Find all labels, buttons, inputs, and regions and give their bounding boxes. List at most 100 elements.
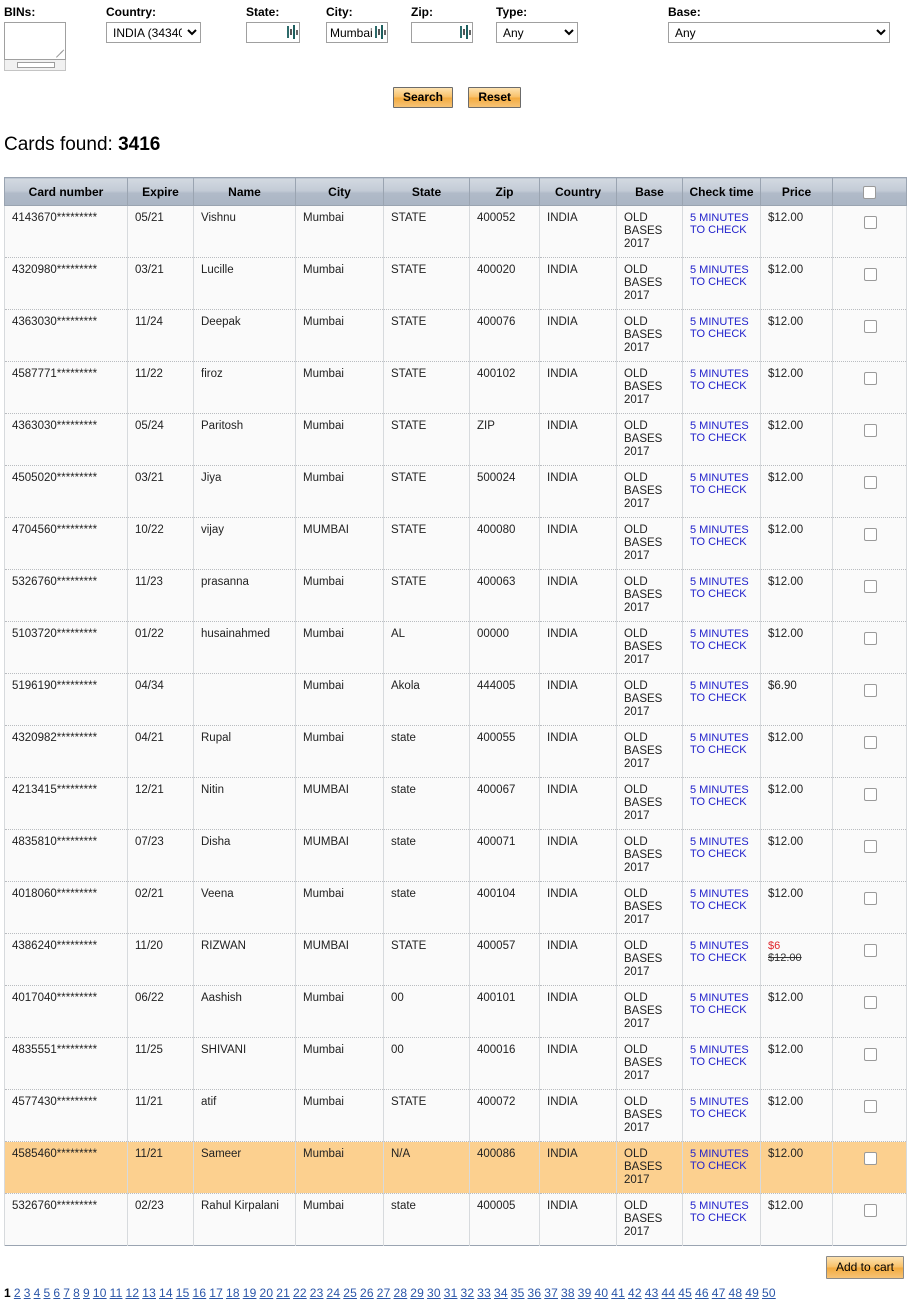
page-link-33[interactable]: 33 xyxy=(477,1286,491,1300)
scrollbar-thumb[interactable] xyxy=(17,62,55,68)
page-link-24[interactable]: 24 xyxy=(326,1286,340,1300)
page-link-40[interactable]: 40 xyxy=(594,1286,608,1300)
row-checkbox[interactable] xyxy=(863,840,877,853)
column-header-country[interactable]: Country xyxy=(539,177,617,206)
table-row[interactable]: 5196190********* 04/34 Mumbai Akola 444005 IN… xyxy=(4,673,907,726)
table-row[interactable]: 4018060********* 02/21 Veena Mumbai state 400… xyxy=(4,881,907,934)
row-checkbox[interactable] xyxy=(863,996,877,1009)
row-checkbox[interactable] xyxy=(863,320,877,333)
check-time-link[interactable]: 5 MINUTES TO CHECK xyxy=(690,1148,754,1172)
row-checkbox[interactable] xyxy=(863,1048,877,1061)
page-link-9[interactable]: 9 xyxy=(83,1286,90,1300)
page-link-23[interactable]: 23 xyxy=(310,1286,324,1300)
check-time-link[interactable]: 5 MINUTES TO CHECK xyxy=(690,940,754,964)
row-checkbox[interactable] xyxy=(863,1152,877,1165)
page-link-26[interactable]: 26 xyxy=(360,1286,374,1300)
page-link-14[interactable]: 14 xyxy=(159,1286,173,1300)
page-link-32[interactable]: 32 xyxy=(460,1286,474,1300)
row-checkbox[interactable] xyxy=(863,424,877,437)
page-link-28[interactable]: 28 xyxy=(393,1286,407,1300)
page-link-17[interactable]: 17 xyxy=(209,1286,223,1300)
page-link-21[interactable]: 21 xyxy=(276,1286,290,1300)
base-select[interactable]: Any xyxy=(668,22,890,43)
page-link-11[interactable]: 11 xyxy=(110,1286,123,1300)
row-checkbox[interactable] xyxy=(863,892,877,905)
row-checkbox[interactable] xyxy=(863,216,877,229)
column-header-expire[interactable]: Expire xyxy=(127,177,194,206)
page-link-2[interactable]: 2 xyxy=(14,1286,21,1300)
table-row[interactable]: 4835810********* 07/23 Disha MUMBAI state 400… xyxy=(4,829,907,882)
table-row[interactable]: 4320980********* 03/21 Lucille Mumbai STATE 4… xyxy=(4,257,907,310)
row-checkbox[interactable] xyxy=(863,736,877,749)
row-checkbox[interactable] xyxy=(863,944,877,957)
table-row[interactable]: 4835551********* 11/25 SHIVANI Mumbai 00 4000… xyxy=(4,1037,907,1090)
type-select[interactable]: Any xyxy=(496,22,578,43)
page-link-27[interactable]: 27 xyxy=(377,1286,391,1300)
table-row[interactable]: 4704560********* 10/22 vijay MUMBAI STATE 400… xyxy=(4,517,907,570)
check-time-link[interactable]: 5 MINUTES TO CHECK xyxy=(690,420,754,444)
bins-horizontal-scrollbar[interactable] xyxy=(4,60,66,71)
page-link-7[interactable]: 7 xyxy=(63,1286,70,1300)
column-header-price[interactable]: Price xyxy=(760,177,833,206)
bins-input[interactable] xyxy=(4,22,66,60)
page-link-45[interactable]: 45 xyxy=(678,1286,692,1300)
check-time-link[interactable]: 5 MINUTES TO CHECK xyxy=(690,628,754,652)
page-link-15[interactable]: 15 xyxy=(176,1286,190,1300)
column-header-name[interactable]: Name xyxy=(193,177,296,206)
table-row[interactable]: 4143670********* 05/21 Vishnu Mumbai STATE 40… xyxy=(4,205,907,258)
page-link-10[interactable]: 10 xyxy=(93,1286,107,1300)
check-time-link[interactable]: 5 MINUTES TO CHECK xyxy=(690,576,754,600)
page-link-25[interactable]: 25 xyxy=(343,1286,357,1300)
check-time-link[interactable]: 5 MINUTES TO CHECK xyxy=(690,1200,754,1224)
page-link-22[interactable]: 22 xyxy=(293,1286,307,1300)
page-link-50[interactable]: 50 xyxy=(762,1286,776,1300)
select-all-checkbox[interactable] xyxy=(863,185,876,199)
table-row[interactable]: 4363030********* 05/24 Paritosh Mumbai STATE… xyxy=(4,413,907,466)
check-time-link[interactable]: 5 MINUTES TO CHECK xyxy=(690,680,754,704)
table-row[interactable]: 4017040********* 06/22 Aashish Mumbai 00 4001… xyxy=(4,985,907,1038)
table-row[interactable]: 5326760********* 02/23 Rahul Kirpalani Mumb… xyxy=(4,1193,907,1246)
page-link-43[interactable]: 43 xyxy=(645,1286,659,1300)
page-link-34[interactable]: 34 xyxy=(494,1286,508,1300)
add-to-cart-button[interactable]: Add to cart xyxy=(825,1256,904,1279)
check-time-link[interactable]: 5 MINUTES TO CHECK xyxy=(690,1096,754,1120)
page-link-49[interactable]: 49 xyxy=(745,1286,759,1300)
search-button[interactable]: Search xyxy=(392,87,453,108)
table-row[interactable]: 4585460********* 11/21 Sameer Mumbai N/A 4000… xyxy=(4,1141,907,1194)
row-checkbox[interactable] xyxy=(863,580,877,593)
column-header-base[interactable]: Base xyxy=(616,177,683,206)
check-time-link[interactable]: 5 MINUTES TO CHECK xyxy=(690,212,754,236)
page-link-35[interactable]: 35 xyxy=(511,1286,525,1300)
reset-button[interactable]: Reset xyxy=(468,87,522,108)
page-link-39[interactable]: 39 xyxy=(578,1286,592,1300)
table-row[interactable]: 4363030********* 11/24 Deepak Mumbai STATE 40… xyxy=(4,309,907,362)
page-link-48[interactable]: 48 xyxy=(728,1286,742,1300)
page-link-13[interactable]: 13 xyxy=(142,1286,156,1300)
page-link-38[interactable]: 38 xyxy=(561,1286,575,1300)
page-link-41[interactable]: 41 xyxy=(611,1286,625,1300)
page-link-4[interactable]: 4 xyxy=(34,1286,41,1300)
page-link-36[interactable]: 36 xyxy=(527,1286,541,1300)
page-link-46[interactable]: 46 xyxy=(695,1286,709,1300)
check-time-link[interactable]: 5 MINUTES TO CHECK xyxy=(690,368,754,392)
page-link-37[interactable]: 37 xyxy=(544,1286,558,1300)
table-row[interactable]: 4587771********* 11/22 firoz Mumbai STATE 400… xyxy=(4,361,907,414)
page-link-30[interactable]: 30 xyxy=(427,1286,441,1300)
row-checkbox[interactable] xyxy=(863,1100,877,1113)
page-link-8[interactable]: 8 xyxy=(73,1286,80,1300)
page-link-42[interactable]: 42 xyxy=(628,1286,642,1300)
table-row[interactable]: 5326760********* 11/23 prasanna Mumbai STATE… xyxy=(4,569,907,622)
page-link-5[interactable]: 5 xyxy=(44,1286,51,1300)
check-time-link[interactable]: 5 MINUTES TO CHECK xyxy=(690,732,754,756)
check-time-link[interactable]: 5 MINUTES TO CHECK xyxy=(690,836,754,860)
check-time-link[interactable]: 5 MINUTES TO CHECK xyxy=(690,264,754,288)
page-link-47[interactable]: 47 xyxy=(712,1286,726,1300)
page-link-19[interactable]: 19 xyxy=(243,1286,257,1300)
page-link-6[interactable]: 6 xyxy=(53,1286,60,1300)
table-row[interactable]: 4213415********* 12/21 Nitin MUMBAI state 400… xyxy=(4,777,907,830)
table-row[interactable]: 5103720********* 01/22 husainahmed Mumbai AL… xyxy=(4,621,907,674)
check-time-link[interactable]: 5 MINUTES TO CHECK xyxy=(690,992,754,1016)
row-checkbox[interactable] xyxy=(863,632,877,645)
row-checkbox[interactable] xyxy=(863,372,877,385)
table-row[interactable]: 4577430********* 11/21 atif Mumbai STATE 4000… xyxy=(4,1089,907,1142)
